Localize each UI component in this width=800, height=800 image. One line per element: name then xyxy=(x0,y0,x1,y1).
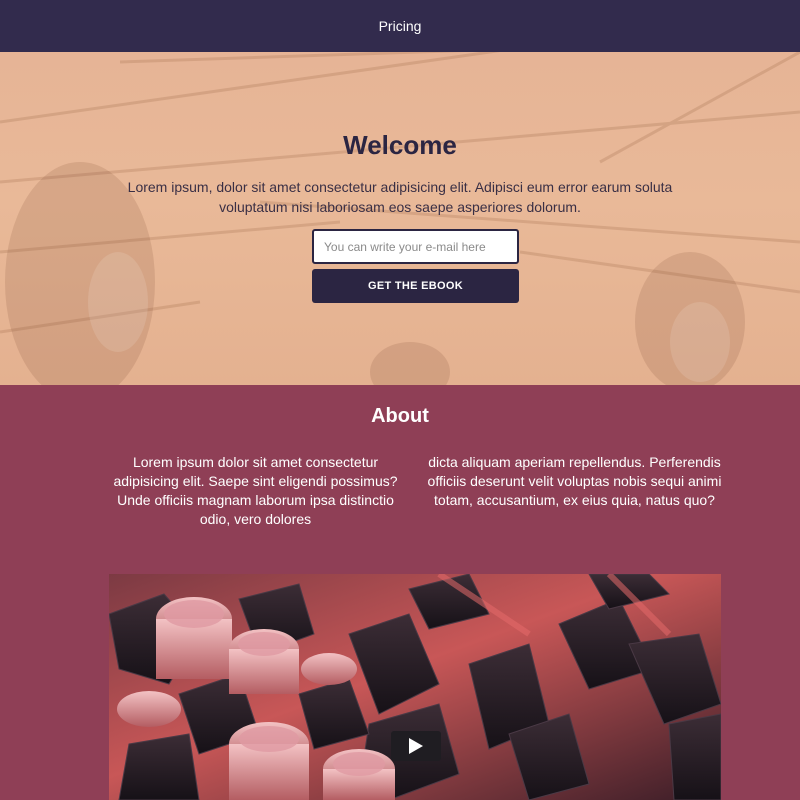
email-input[interactable] xyxy=(312,229,519,264)
nav-link-pricing[interactable]: Pricing xyxy=(379,18,422,34)
video-thumbnail xyxy=(109,574,721,800)
hero-title: Welcome xyxy=(343,130,457,160)
hero-content: Welcome Lorem ipsum, dolor sit amet cons… xyxy=(0,52,800,385)
hero-description: Lorem ipsum, dolor sit amet consectetur … xyxy=(127,179,673,215)
play-icon xyxy=(409,738,423,754)
hero-section: Welcome Lorem ipsum, dolor sit amet cons… xyxy=(0,52,800,385)
about-title: About xyxy=(371,405,429,427)
video-player[interactable] xyxy=(109,574,721,800)
about-column-1: Lorem ipsum dolor sit amet consectetur a… xyxy=(113,454,398,527)
top-nav: Pricing xyxy=(0,0,800,52)
play-button[interactable] xyxy=(391,731,441,761)
get-ebook-button[interactable]: GET THE EBOOK xyxy=(312,269,519,303)
about-column-2: dicta aliquam aperiam repellendus. Perfe… xyxy=(427,454,722,508)
